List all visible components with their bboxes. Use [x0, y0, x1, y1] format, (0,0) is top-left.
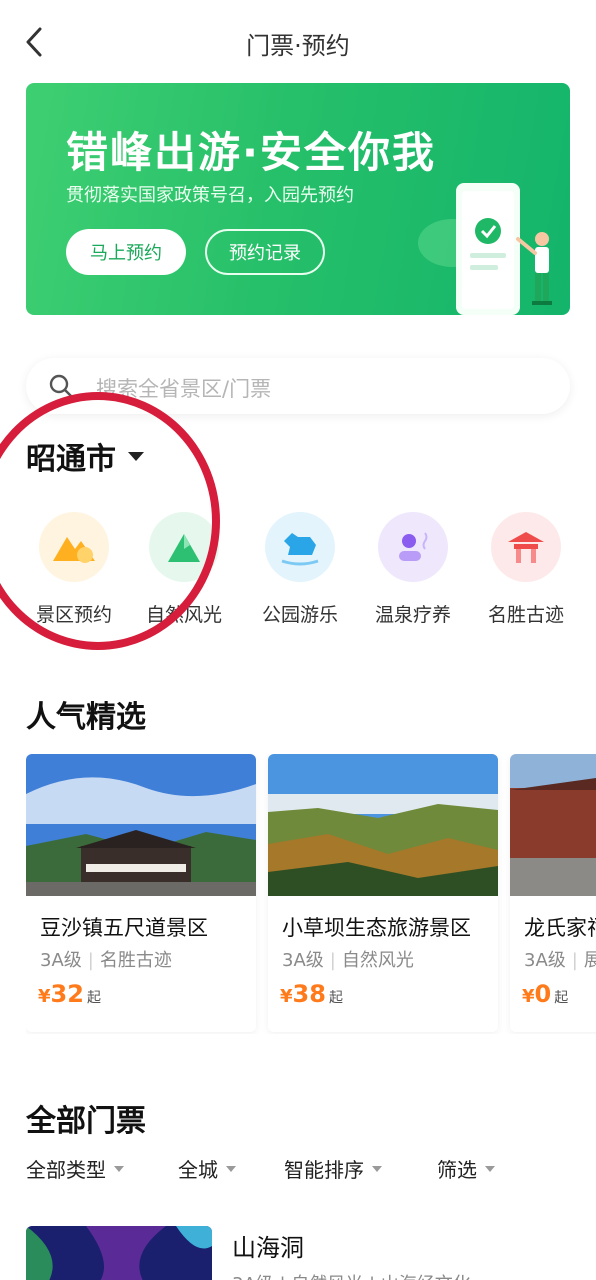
top-bar: 门票·预约 [0, 0, 596, 88]
banner-slogan: 错峰出游·安全你我 [66, 128, 436, 177]
search-placeholder: 搜索全省景区/门票 [96, 377, 272, 401]
featured-card[interactable]: 小草坝生态旅游景区 3A级 | 自然风光 ¥38 起 [268, 754, 498, 1032]
caret-down-icon [485, 1165, 495, 1172]
category-natural-scenery[interactable]: 自然风光 [128, 512, 240, 627]
category-hot-spring[interactable]: 温泉疗养 [357, 512, 469, 627]
category-historic-sites[interactable]: 名胜古迹 [470, 512, 582, 627]
price: ¥38 起 [280, 980, 343, 1008]
filter-area[interactable]: 全城 [178, 1154, 236, 1183]
pavilion-icon [491, 512, 561, 582]
filter-sort[interactable]: 智能排序 [284, 1154, 382, 1183]
filter-more[interactable]: 筛选 [437, 1154, 495, 1183]
caret-down-icon [372, 1165, 382, 1172]
page-title: 门票·预约 [246, 32, 350, 60]
price: ¥0 起 [522, 980, 569, 1008]
featured-carousel[interactable]: 豆沙镇五尺道景区 3A级 | 名胜古迹 ¥32 起 小草坝生态旅游景区 3A级 | 自然风… [26, 754, 596, 1034]
city-name: 昭通市 [26, 442, 116, 477]
caret-down-icon [128, 451, 144, 461]
city-selector[interactable]: 昭通市 [26, 434, 144, 478]
featured-card[interactable]: 龙氏家祠 3A级|展 ¥0起 [510, 754, 596, 1032]
caret-down-icon [114, 1165, 124, 1172]
category-row: 景区预约 自然风光 公园游乐 温泉疗养 名胜古迹 [0, 512, 596, 632]
featured-title: 人气精选 [26, 700, 146, 735]
banner-subtitle: 贯彻落实国家政策号召，入园先预约 [66, 185, 354, 206]
caret-down-icon [226, 1165, 236, 1172]
phone-person-illustration [418, 183, 552, 315]
price: ¥32 起 [38, 980, 101, 1008]
search-bar[interactable]: 搜索全省景区/门票 [26, 358, 570, 414]
all-tickets-title: 全部门票 [26, 1104, 146, 1139]
mountain-sun-icon [39, 512, 109, 582]
mountain-icon [149, 512, 219, 582]
filter-bar: 全部类型 全城 智能排序 筛选 [26, 1154, 586, 1184]
filter-type[interactable]: 全部类型 [26, 1154, 124, 1183]
scenic-photo [510, 754, 596, 896]
hot-spring-icon [378, 512, 448, 582]
ticket-list-item[interactable]: 山海洞 3A级 | 自然风光 | 山海经文化 [26, 1226, 586, 1280]
scenic-photo [26, 754, 256, 896]
search-icon [49, 374, 73, 398]
category-parks[interactable]: 公园游乐 [244, 512, 356, 627]
booking-records-button[interactable]: 预约记录 [205, 229, 325, 275]
rocking-horse-icon [265, 512, 335, 582]
promo-banner[interactable]: 错峰出游·安全你我 贯彻落实国家政策号召，入园先预约 马上预约 预约记录 [26, 83, 570, 315]
scenic-photo [268, 754, 498, 896]
cave-photo [26, 1226, 212, 1280]
category-scenic-booking[interactable]: 景区预约 [18, 512, 130, 627]
featured-card[interactable]: 豆沙镇五尺道景区 3A级 | 名胜古迹 ¥32 起 [26, 754, 256, 1032]
book-now-button[interactable]: 马上预约 [66, 229, 186, 275]
